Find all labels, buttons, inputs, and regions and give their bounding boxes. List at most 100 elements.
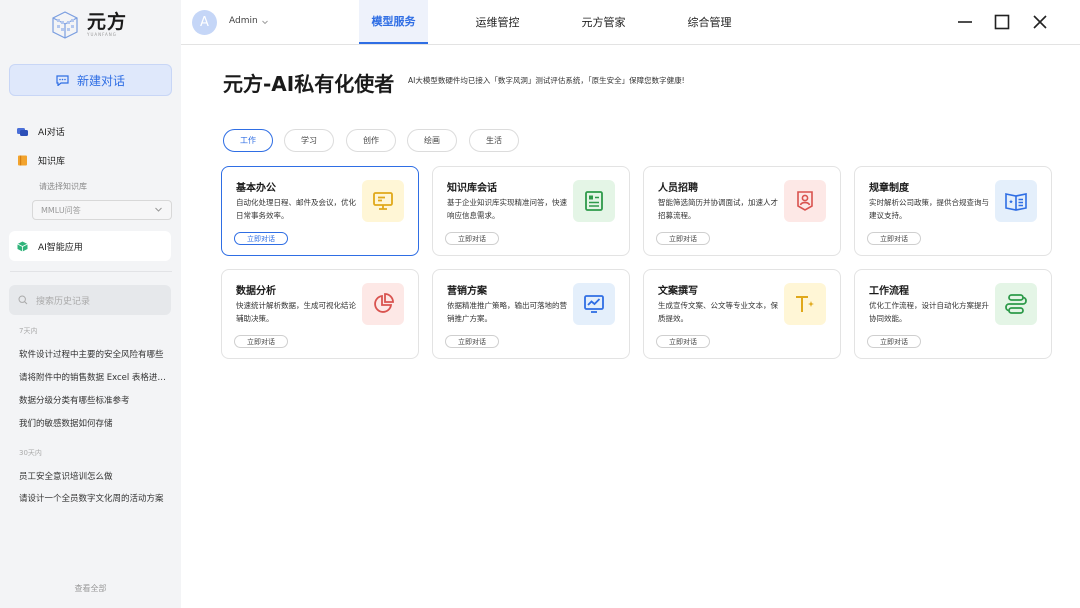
- card-title: 基本办公: [236, 183, 276, 194]
- tab-model-service[interactable]: 模型服务: [359, 0, 428, 44]
- chat-icon: [56, 74, 69, 86]
- sidebar-item-label: 知识库: [38, 156, 66, 167]
- history-item[interactable]: 数据分级分类有哪些标准参考: [19, 394, 169, 406]
- start-chat-button[interactable]: 立即对话: [867, 232, 921, 245]
- avatar[interactable]: A: [192, 10, 217, 35]
- search-icon: [18, 295, 28, 305]
- chevron-down-icon[interactable]: [261, 18, 269, 26]
- card-description: 依据精准推广策略，输出可落地的营销推广方案。: [447, 301, 567, 323]
- card-icon-tile: [784, 283, 826, 325]
- app-card-basic-office[interactable]: 基本办公 自动化处理日程、邮件及会议，优化日常事务效率。 立即对话: [221, 166, 419, 256]
- sidebar-item-knowledge-base[interactable]: 知识库: [9, 146, 171, 174]
- kb-select[interactable]: MMLU问答: [32, 200, 172, 220]
- sidebar-item-label: AI对话: [38, 127, 65, 138]
- app-card-workflow[interactable]: 工作流程 优化工作流程，设计自动化方案提升协同效能。 立即对话: [854, 269, 1052, 359]
- start-chat-button[interactable]: 立即对话: [234, 335, 288, 348]
- top-bar: A Admin 模型服务 运维管控 元方管家 综合管理: [181, 0, 1080, 45]
- app-card-data-analysis[interactable]: 数据分析 快速统计解析数据，生成可视化结论辅助决策。 立即对话: [221, 269, 419, 359]
- page-title: 元方-AI私有化使者: [223, 72, 395, 96]
- card-icon-tile: [362, 283, 404, 325]
- card-title: 规章制度: [869, 183, 909, 194]
- category-chip-create[interactable]: 创作: [346, 129, 396, 152]
- new-chat-label: 新建对话: [76, 73, 125, 88]
- chevron-down-icon: [155, 207, 162, 212]
- category-chip-life[interactable]: 生活: [469, 129, 519, 152]
- card-icon-tile: [573, 180, 615, 222]
- card-icon-tile: [362, 180, 404, 222]
- page-subtitle: AI大模型数硬件均已接入「数字风洞」测试评估系统，「原生安全」保障您数字健康!: [408, 76, 685, 85]
- tab-butler[interactable]: 元方管家: [569, 0, 638, 44]
- card-title: 数据分析: [236, 286, 276, 297]
- tab-general-management[interactable]: 综合管理: [675, 0, 744, 44]
- logo-subtitle: YUANFANG: [87, 32, 117, 37]
- category-chip-draw[interactable]: 绘画: [407, 129, 457, 152]
- workflow-icon: [1005, 294, 1027, 314]
- sidebar-item-ai-chat[interactable]: AI对话: [9, 117, 171, 145]
- card-title: 知识库会话: [447, 183, 497, 194]
- new-chat-button[interactable]: 新建对话: [9, 64, 172, 96]
- pie-chart-icon: [374, 293, 394, 313]
- cube-icon: [17, 241, 28, 251]
- history-item[interactable]: 请设计一个全员数字文化周的活动方案: [19, 492, 169, 504]
- card-description: 优化工作流程，设计自动化方案提升协同效能。: [869, 301, 989, 323]
- chat-bubbles-icon: [17, 127, 28, 136]
- card-description: 生成宣传文案、公文等专业文本，保质提效。: [658, 301, 778, 323]
- close-icon[interactable]: [1030, 12, 1050, 32]
- history-item[interactable]: 请将附件中的销售数据 Excel 表格进行分析: [19, 371, 169, 383]
- sidebar-divider: [10, 271, 172, 272]
- card-description: 智能筛选简历并协调面试，加速人才招募流程。: [658, 198, 778, 220]
- history-group-label: 7天内: [19, 327, 38, 335]
- card-description: 基于企业知识库实现精准问答，快速响应信息需求。: [447, 198, 567, 220]
- maximize-icon[interactable]: [992, 12, 1012, 32]
- card-title: 人员招聘: [658, 183, 698, 194]
- start-chat-button[interactable]: 立即对话: [445, 335, 499, 348]
- user-name[interactable]: Admin: [229, 16, 258, 26]
- start-chat-button[interactable]: 立即对话: [867, 335, 921, 348]
- text-spark-icon: [796, 296, 814, 312]
- monitor-icon: [373, 192, 393, 210]
- category-chip-study[interactable]: 学习: [284, 129, 334, 152]
- cube-logo-icon: [52, 11, 78, 39]
- card-title: 营销方案: [447, 286, 487, 297]
- sidebar: 元方 YUANFANG 新建对话 AI对话 知识库 请选择知识库 MMLU问答: [0, 0, 181, 608]
- start-chat-button[interactable]: 立即对话: [656, 232, 710, 245]
- card-description: 实时解析公司政策，提供合规查询与建议支持。: [869, 198, 989, 220]
- card-icon-tile: [995, 180, 1037, 222]
- document-list-icon: [585, 191, 603, 211]
- start-chat-button[interactable]: 立即对话: [445, 232, 499, 245]
- history-search-input[interactable]: 搜索历史记录: [9, 285, 171, 315]
- kb-select-label: 请选择知识库: [39, 182, 87, 191]
- sidebar-item-ai-apps[interactable]: AI智能应用: [9, 231, 171, 261]
- history-item[interactable]: 软件设计过程中主要的安全风险有哪些: [19, 348, 169, 360]
- history-group-label: 30天内: [19, 449, 42, 457]
- minimize-icon[interactable]: [955, 12, 975, 32]
- logo-title: 元方: [87, 11, 128, 33]
- badge-person-icon: [797, 191, 813, 211]
- app-card-knowledge-chat[interactable]: 知识库会话 基于企业知识库实现精准问答，快速响应信息需求。 立即对话: [432, 166, 630, 256]
- app-card-marketing-plan[interactable]: 营销方案 依据精准推广策略，输出可落地的营销推广方案。 立即对话: [432, 269, 630, 359]
- category-chip-work[interactable]: 工作: [223, 129, 273, 152]
- card-description: 自动化处理日程、邮件及会议，优化日常事务效率。: [236, 198, 356, 220]
- kb-select-value: MMLU问答: [41, 205, 81, 215]
- app-card-recruitment[interactable]: 人员招聘 智能筛选简历并协调面试，加速人才招募流程。 立即对话: [643, 166, 841, 256]
- card-icon-tile: [784, 180, 826, 222]
- book-icon: [18, 155, 27, 165]
- card-title: 工作流程: [869, 286, 909, 297]
- view-all-link[interactable]: 查看全部: [0, 583, 181, 594]
- card-description: 快速统计解析数据，生成可视化结论辅助决策。: [236, 301, 356, 323]
- history-item[interactable]: 员工安全意识培训怎么做: [19, 470, 169, 482]
- search-placeholder: 搜索历史记录: [36, 296, 91, 307]
- sidebar-item-label: AI智能应用: [38, 242, 83, 253]
- open-book-icon: [1005, 193, 1027, 211]
- card-title: 文案撰写: [658, 286, 698, 297]
- card-icon-tile: [573, 283, 615, 325]
- line-chart-icon: [584, 295, 604, 313]
- start-chat-button[interactable]: 立即对话: [656, 335, 710, 348]
- app-card-copywriting[interactable]: 文案撰写 生成宣传文案、公文等专业文本，保质提效。 立即对话: [643, 269, 841, 359]
- start-chat-button[interactable]: 立即对话: [234, 232, 288, 245]
- card-icon-tile: [995, 283, 1037, 325]
- app-card-regulations[interactable]: 规章制度 实时解析公司政策，提供合规查询与建议支持。 立即对话: [854, 166, 1052, 256]
- tab-ops-control[interactable]: 运维管控: [463, 0, 532, 44]
- history-item[interactable]: 我们的敏感数据如何存储: [19, 417, 169, 429]
- app-logo[interactable]: 元方 YUANFANG: [50, 9, 140, 41]
